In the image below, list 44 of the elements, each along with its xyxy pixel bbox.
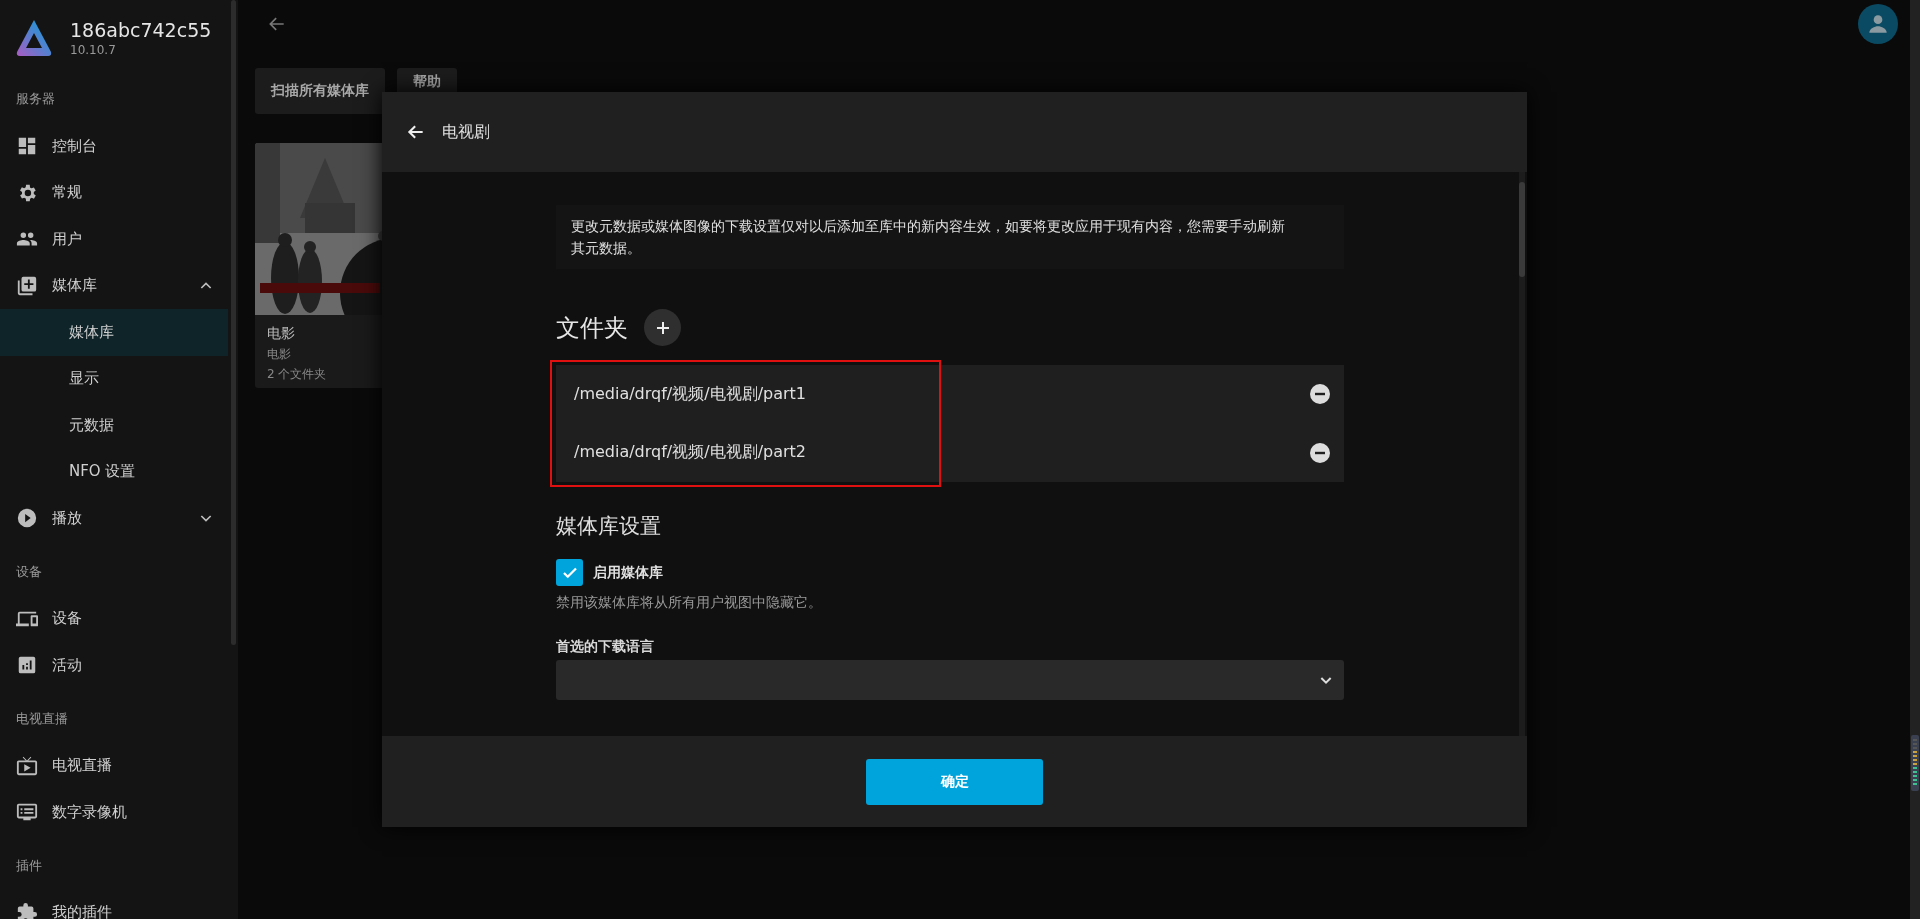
scan-button[interactable]: 扫描所有媒体库 bbox=[255, 68, 385, 114]
notice-text: 更改元数据或媒体图像的下载设置仅对以后添加至库中的新内容生效，如要将更改应用于现有内容，您需要手动刷新其元数据。 bbox=[556, 205, 1344, 269]
nav-subitem[interactable]: NFO 设置 bbox=[0, 448, 228, 495]
section-heading: 媒体库设置 bbox=[556, 513, 662, 540]
enable-checkbox[interactable] bbox=[556, 559, 583, 586]
nav-item[interactable]: 用户 bbox=[0, 216, 228, 263]
nav-item[interactable]: 常规 bbox=[0, 169, 228, 216]
user-avatar[interactable] bbox=[1858, 4, 1898, 44]
server-name: 186abc742c55 bbox=[70, 18, 212, 41]
checkbox-label: 启用媒体库 bbox=[593, 563, 663, 582]
nav-subitem[interactable]: 媒体库 bbox=[0, 309, 228, 356]
card-subtitle: 电影 bbox=[267, 346, 292, 363]
section-header: 服务器 bbox=[15, 90, 56, 108]
section-header: 电视直播 bbox=[15, 709, 69, 728]
nav-item[interactable]: 媒体库 bbox=[0, 262, 228, 309]
folder-count: 2 个文件夹 bbox=[267, 366, 328, 383]
dialog-title: 电视剧 bbox=[442, 121, 490, 143]
nav-subitem[interactable]: 显示 bbox=[0, 355, 228, 402]
nav-item[interactable]: 电视直播 bbox=[0, 742, 228, 789]
level-meter-icon bbox=[1911, 735, 1919, 791]
puzzle-icon bbox=[16, 901, 38, 919]
nav-item[interactable]: 设备 bbox=[0, 595, 228, 642]
tv-icon bbox=[16, 754, 38, 777]
logo-icon bbox=[16, 18, 52, 57]
section-header: 设备 bbox=[15, 562, 43, 581]
remove-icon[interactable] bbox=[1310, 384, 1330, 405]
section-heading: 文件夹 bbox=[556, 312, 628, 344]
card-title: 电影 bbox=[267, 325, 296, 343]
add-folder-button[interactable] bbox=[644, 309, 681, 346]
nav-item[interactable]: 播放 bbox=[0, 495, 228, 542]
field-label: 首选的下载语言 bbox=[556, 638, 655, 656]
nav-item[interactable]: 活动 bbox=[0, 642, 228, 689]
library-add-icon bbox=[16, 274, 38, 297]
server-version: 10.10.7 bbox=[70, 42, 117, 57]
folder-path: /media/drqf/视频/电视剧/part1 bbox=[574, 383, 807, 405]
nav-item[interactable]: 数字录像机 bbox=[0, 789, 228, 836]
section-header: 插件 bbox=[15, 856, 43, 875]
nav-item[interactable]: 我的插件 bbox=[0, 889, 228, 919]
field-description: 禁用该媒体库将从所有用户视图中隐藏它。 bbox=[556, 594, 823, 612]
plus-icon bbox=[655, 320, 670, 335]
nav-item[interactable]: 控制台 bbox=[0, 123, 228, 170]
nav-subitem[interactable]: 元数据 bbox=[0, 402, 228, 449]
folder-path: /media/drqf/视频/电视剧/part2 bbox=[574, 442, 807, 464]
remove-icon[interactable] bbox=[1310, 442, 1330, 463]
